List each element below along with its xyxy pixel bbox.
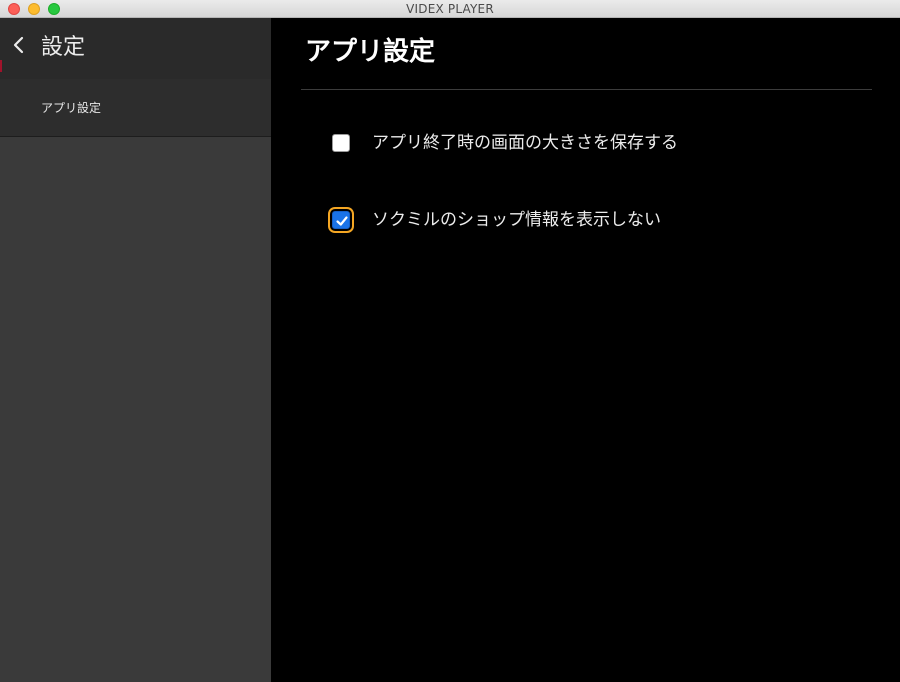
window-edge-accent	[0, 60, 2, 72]
option-label: アプリ終了時の画面の大きさを保存する	[372, 133, 678, 153]
hide-shop-info-checkbox[interactable]	[332, 211, 350, 229]
app-window: VIDEX PLAYER 設定 アプリ設定 アプリ設定 アプリ終了時の画面の大き…	[0, 0, 900, 682]
divider	[301, 89, 872, 90]
sidebar-item-label: アプリ設定	[41, 101, 102, 115]
sidebar-item-app-settings[interactable]: アプリ設定	[0, 79, 271, 137]
checkmark-icon	[336, 216, 348, 226]
save-window-size-checkbox[interactable]	[332, 134, 350, 152]
title-bar[interactable]: VIDEX PLAYER	[0, 0, 900, 18]
page-title: アプリ設定	[305, 37, 436, 67]
main-panel: アプリ設定 アプリ終了時の画面の大きさを保存する ソクミルのショップ情報を表示し…	[271, 18, 900, 682]
sidebar-header: 設定	[0, 18, 271, 79]
option-label: ソクミルのショップ情報を表示しない	[372, 210, 661, 230]
chevron-left-icon[interactable]	[10, 35, 28, 55]
option-hide-shop-info[interactable]: ソクミルのショップ情報を表示しない	[327, 205, 661, 235]
sidebar: 設定 アプリ設定	[0, 18, 271, 682]
sidebar-title: 設定	[41, 35, 86, 60]
option-save-window-size[interactable]: アプリ終了時の画面の大きさを保存する	[327, 128, 678, 158]
window-title: VIDEX PLAYER	[406, 2, 494, 16]
